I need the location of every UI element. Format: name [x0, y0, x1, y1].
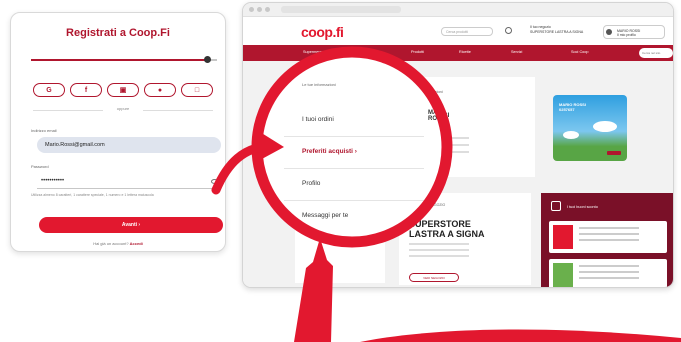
magnifier-ring [251, 46, 453, 248]
illustration-stage: Registrati a Coop.Fi G f ▣ ● □ oppure In… [0, 0, 681, 342]
magnifier-handle [294, 238, 333, 342]
decorative-arc [360, 329, 681, 342]
magnifier-icon [211, 46, 681, 342]
